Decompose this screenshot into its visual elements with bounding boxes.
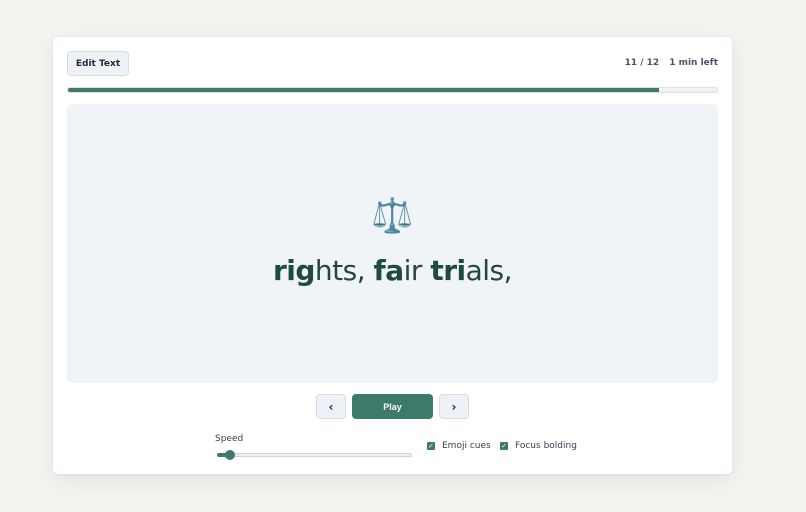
speed-slider[interactable]: [217, 450, 412, 460]
word-focus: rig: [272, 254, 315, 287]
chevron-right-icon: ›: [451, 399, 457, 414]
word-rest: als,: [465, 254, 513, 287]
word-focus: fa: [373, 254, 405, 287]
edit-text-button[interactable]: Edit Text: [67, 51, 129, 76]
word-focus: tri: [430, 254, 466, 287]
time-remaining: 1 min left: [669, 58, 718, 68]
emoji-cues-toggle[interactable]: ✓ Emoji cues: [427, 441, 491, 451]
progress-bar: [67, 87, 718, 93]
playback-controls: ‹ Play ›: [53, 394, 732, 419]
speed-label: Speed: [215, 434, 244, 444]
play-button[interactable]: Play: [352, 394, 433, 419]
slider-thumb[interactable]: [224, 450, 235, 460]
emoji-cues-checkbox[interactable]: ✓: [427, 442, 435, 450]
reading-status: 11 / 12 1 min left: [625, 58, 718, 68]
focus-bolding-toggle[interactable]: ✓ Focus bolding: [500, 441, 577, 451]
chunk-counter: 11 / 12: [624, 58, 660, 68]
next-button[interactable]: ›: [439, 394, 469, 419]
slider-track: [217, 453, 412, 457]
emoji-cues-label: Emoji cues: [442, 441, 491, 451]
word: rights,: [272, 254, 366, 287]
focus-bolding-label: Focus bolding: [515, 441, 577, 451]
word-rest: hts,: [314, 254, 366, 287]
scales-icon: ⚖️: [371, 196, 414, 236]
word: fair: [373, 254, 423, 287]
reader-card: Edit Text 11 / 12 1 min left ⚖️ rights, …: [53, 37, 732, 474]
reading-panel: ⚖️ rights, fair trials,: [67, 104, 718, 383]
progress-fill: [68, 88, 659, 92]
word: trials,: [430, 254, 512, 287]
chevron-left-icon: ‹: [328, 399, 334, 414]
word-display: rights, fair trials,: [67, 253, 718, 289]
focus-bolding-checkbox[interactable]: ✓: [500, 442, 508, 450]
word-rest: ir: [403, 254, 423, 287]
previous-button[interactable]: ‹: [316, 394, 346, 419]
